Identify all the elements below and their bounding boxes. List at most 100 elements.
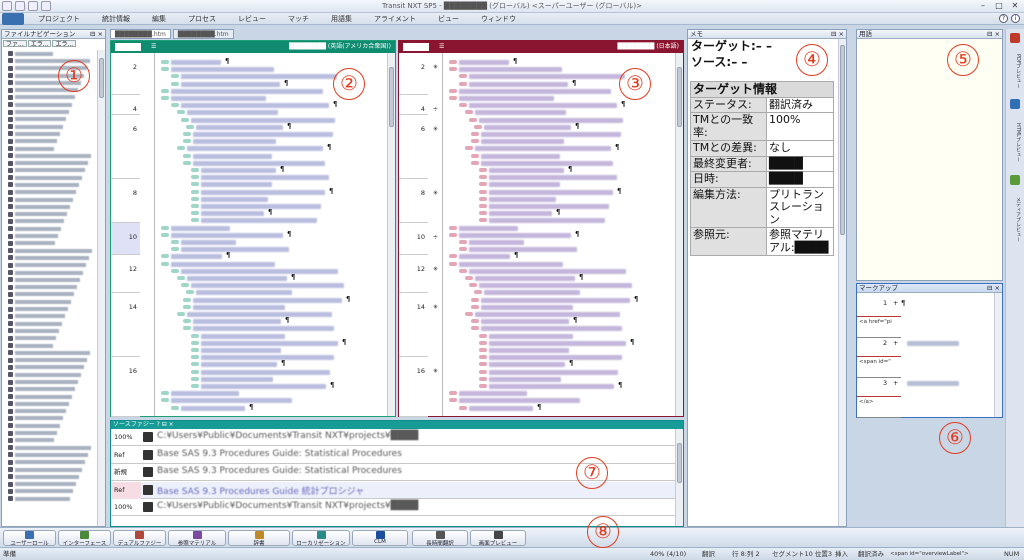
file-list-item[interactable] xyxy=(2,269,98,276)
source-segment-number[interactable]: 14 xyxy=(111,293,140,357)
scroll-thumb[interactable] xyxy=(99,58,104,98)
file-list-item[interactable] xyxy=(2,232,98,239)
source-inline-tag[interactable] xyxy=(177,276,185,280)
source-inline-tag[interactable] xyxy=(183,132,191,136)
scroll-thumb[interactable] xyxy=(389,67,394,127)
target-inline-tag[interactable] xyxy=(465,146,473,151)
target-segment-number[interactable]: 16 xyxy=(399,357,428,417)
file-list-item[interactable] xyxy=(2,225,98,232)
fuzzy-match-row[interactable]: 100% C:¥Users¥Public¥Documents¥Transit NX… xyxy=(111,429,677,446)
target-inline-tag[interactable] xyxy=(449,398,457,403)
target-inline-tag[interactable] xyxy=(479,218,487,223)
toolbar-button-3[interactable]: デュアルファジー xyxy=(113,530,166,547)
source-segment-number[interactable]: 10 xyxy=(111,223,140,255)
file-list-item[interactable] xyxy=(2,123,98,130)
target-inline-tag[interactable] xyxy=(471,153,479,158)
source-inline-tag[interactable] xyxy=(161,60,169,64)
target-inline-tag[interactable] xyxy=(471,132,479,136)
toolbar-button-9[interactable]: 画面プレビュー xyxy=(470,530,526,547)
file-list-item[interactable] xyxy=(2,50,98,57)
target-inline-tag[interactable] xyxy=(479,204,487,208)
source-inline-tag[interactable] xyxy=(161,88,169,93)
toolbar-button-5[interactable]: 辞書 xyxy=(228,530,290,547)
source-inline-tag[interactable] xyxy=(171,268,179,273)
target-inline-tag[interactable] xyxy=(479,384,487,388)
target-segment-number[interactable]: 4 xyxy=(399,95,428,115)
file-list-item[interactable] xyxy=(2,145,98,152)
app-menu-button[interactable] xyxy=(2,13,24,25)
pdf-icon[interactable] xyxy=(1010,33,1020,43)
tab-document-1[interactable]: ████████.htm xyxy=(110,29,171,39)
scroll-thumb[interactable] xyxy=(840,45,845,235)
source-inline-tag[interactable] xyxy=(191,168,199,172)
target-segment-number[interactable]: 12 xyxy=(399,255,428,293)
target-inline-tag[interactable] xyxy=(449,67,457,72)
source-inline-tag[interactable] xyxy=(171,247,179,252)
menu-item[interactable]: 編集 xyxy=(152,14,166,24)
markup-row[interactable]: 2 + xyxy=(857,336,901,358)
maximize-button[interactable]: □ xyxy=(992,0,1006,11)
file-list-item[interactable] xyxy=(2,451,98,458)
toolbar-button-6[interactable]: ローカリゼーション xyxy=(292,530,350,547)
pin-icon[interactable]: ⊟ × xyxy=(987,284,1000,292)
file-list-item[interactable] xyxy=(2,181,98,188)
target-inline-tag[interactable] xyxy=(459,103,467,108)
file-list-item[interactable] xyxy=(2,378,98,385)
close-button[interactable]: ✕ xyxy=(1008,0,1022,11)
file-list-item[interactable] xyxy=(2,429,98,436)
info-icon[interactable]: i xyxy=(1011,14,1020,23)
source-inline-tag[interactable] xyxy=(171,81,179,86)
source-inline-tag[interactable] xyxy=(191,369,199,374)
file-list-item[interactable] xyxy=(2,313,98,320)
target-inline-tag[interactable] xyxy=(449,88,457,93)
source-inline-tag[interactable] xyxy=(191,355,199,360)
file-list-item[interactable] xyxy=(2,167,98,174)
source-inline-tag[interactable] xyxy=(161,96,169,100)
target-inline-tag[interactable] xyxy=(471,319,479,324)
file-list-item[interactable] xyxy=(2,174,98,181)
source-inline-tag[interactable] xyxy=(183,326,191,331)
file-list-item[interactable] xyxy=(2,138,98,145)
source-inline-tag[interactable] xyxy=(171,405,179,410)
target-inline-tag[interactable] xyxy=(479,168,487,172)
html-preview-tab[interactable]: HTMLプレビュー xyxy=(1008,113,1022,171)
source-inline-tag[interactable] xyxy=(177,110,185,115)
media-icon[interactable] xyxy=(1010,175,1020,185)
file-list-item[interactable] xyxy=(2,444,98,451)
target-segment-number[interactable]: 10 xyxy=(399,223,428,255)
source-inline-tag[interactable] xyxy=(191,196,199,201)
source-inline-tag[interactable] xyxy=(161,67,169,72)
target-inline-tag[interactable] xyxy=(465,276,473,280)
source-segment-number[interactable]: 4 xyxy=(111,95,140,115)
source-inline-tag[interactable] xyxy=(183,160,191,165)
markup-row[interactable]: 1 + xyxy=(857,296,901,318)
file-list-item[interactable] xyxy=(2,291,98,298)
target-inline-tag[interactable] xyxy=(459,81,467,86)
file-list-item[interactable] xyxy=(2,393,98,400)
target-inline-tag[interactable] xyxy=(459,240,467,244)
source-inline-tag[interactable] xyxy=(181,283,189,288)
file-list-item[interactable] xyxy=(2,320,98,327)
target-inline-tag[interactable] xyxy=(479,175,487,180)
file-list-item[interactable] xyxy=(2,254,98,261)
source-inline-tag[interactable] xyxy=(161,232,169,237)
source-inline-tag[interactable] xyxy=(171,103,179,108)
file-list-item[interactable] xyxy=(2,116,98,123)
target-inline-tag[interactable] xyxy=(479,355,487,360)
tab-errors-1[interactable]: エラ... xyxy=(27,40,52,48)
source-inline-tag[interactable] xyxy=(177,146,185,151)
target-inline-tag[interactable] xyxy=(469,117,477,122)
source-inline-tag[interactable] xyxy=(183,304,191,309)
source-segment-number[interactable]: 6 xyxy=(111,115,140,179)
target-inline-tag[interactable] xyxy=(479,333,487,338)
file-list-item[interactable] xyxy=(2,218,98,225)
source-inline-tag[interactable] xyxy=(183,153,191,158)
target-inline-tag[interactable] xyxy=(471,139,479,144)
markup-tag-cell[interactable]: <a href="pi xyxy=(859,319,901,325)
tab-errors-2[interactable]: エラ... xyxy=(52,40,77,48)
source-segment-number[interactable]: 8 xyxy=(111,179,140,223)
file-list-item[interactable] xyxy=(2,94,98,101)
file-list-item[interactable] xyxy=(2,459,98,466)
target-inline-tag[interactable] xyxy=(474,124,482,129)
file-list-item[interactable] xyxy=(2,386,98,393)
